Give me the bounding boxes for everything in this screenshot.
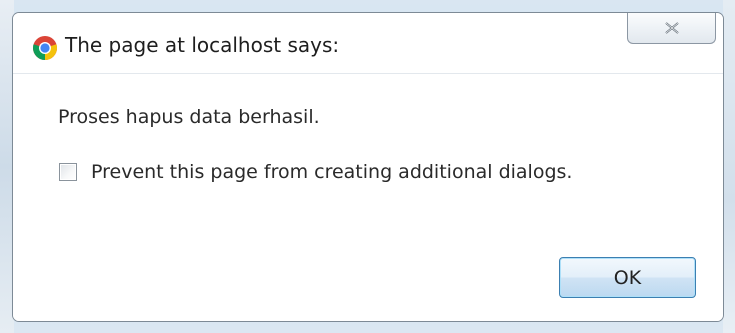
suppress-dialogs-option[interactable]: Prevent this page from creating addition… [59,160,572,184]
screen: The page at localhost says: Proses hapus… [0,0,735,333]
chrome-logo-icon [33,36,57,60]
dialog-body: Proses hapus data berhasil. Prevent this… [13,73,723,321]
close-icon [665,22,679,34]
background-page-right [723,0,735,333]
suppress-dialogs-checkbox[interactable] [59,163,77,181]
dialog-titlebar: The page at localhost says: [13,13,723,73]
dialog-message: Proses hapus data berhasil. [58,106,320,128]
alert-dialog: The page at localhost says: Proses hapus… [12,12,724,322]
suppress-dialogs-label[interactable]: Prevent this page from creating addition… [91,161,572,183]
dialog-title: The page at localhost says: [65,33,340,57]
close-button[interactable] [627,13,716,44]
ok-button[interactable]: OK [559,257,696,298]
